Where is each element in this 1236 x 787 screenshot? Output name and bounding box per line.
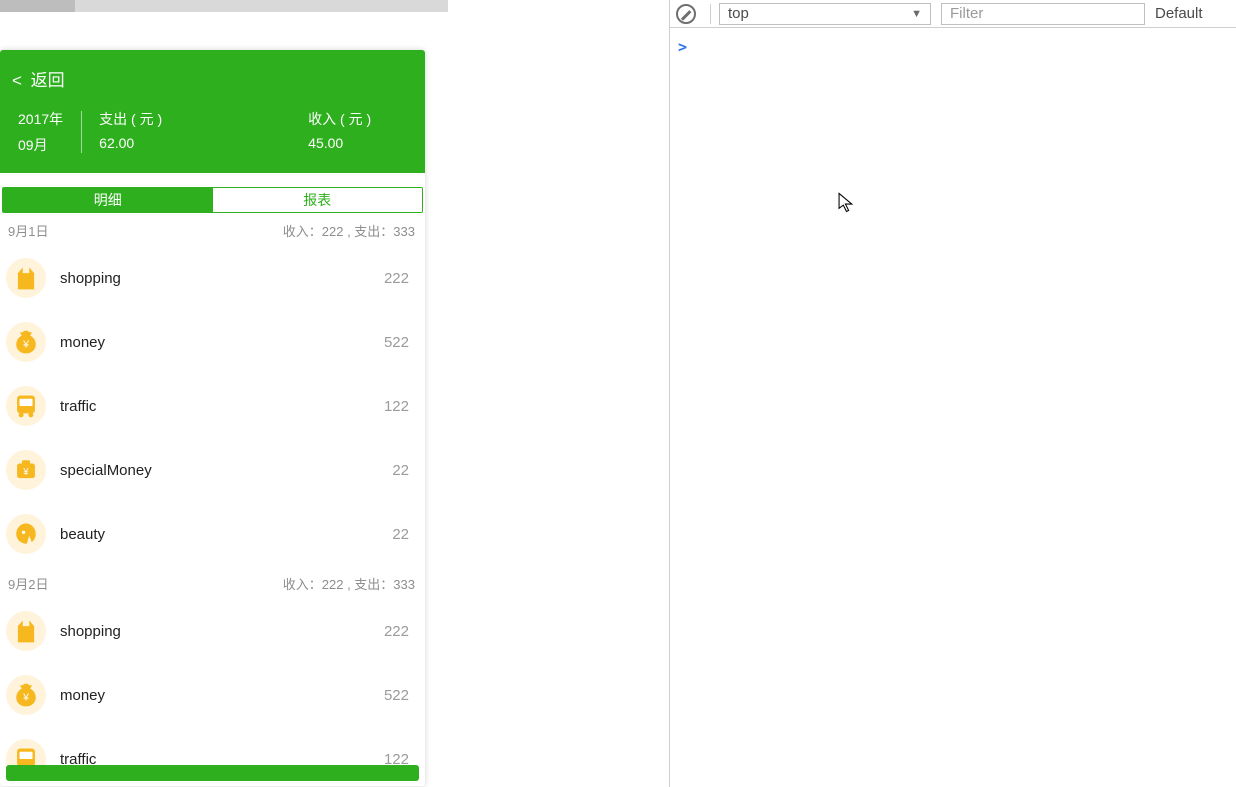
- beauty-icon: [6, 514, 46, 554]
- transaction-amount: 222: [384, 623, 413, 640]
- transaction-name: money: [60, 687, 384, 704]
- transaction-row[interactable]: traffic122: [0, 374, 425, 438]
- day-sums: 收入：222 , 支出：333: [283, 574, 415, 593]
- tab-detail[interactable]: 明细: [3, 188, 213, 212]
- transaction-name: money: [60, 334, 384, 351]
- shopping-icon: [6, 611, 46, 651]
- console-prompt-icon: >: [678, 38, 687, 56]
- transaction-name: traffic: [60, 398, 384, 415]
- chevron-left-icon: <: [12, 71, 22, 90]
- summary-income: 收入 ( 元 ) 45.00: [290, 109, 389, 155]
- transaction-row[interactable]: shopping222: [0, 246, 425, 310]
- transaction-amount: 222: [384, 270, 413, 287]
- context-value: top: [728, 5, 749, 22]
- transaction-name: shopping: [60, 623, 384, 640]
- special-icon: [6, 450, 46, 490]
- phone-frame: < 返回 2017年 09月 支出 ( 元 ) 62.00 收入 ( 元 ) 4…: [0, 50, 425, 786]
- summary-date: 2017年 09月: [0, 109, 81, 155]
- money-icon: [6, 675, 46, 715]
- chevron-down-icon: ▼: [911, 8, 922, 20]
- console-body[interactable]: >: [670, 28, 1236, 67]
- shopping-icon: [6, 258, 46, 298]
- transaction-row[interactable]: specialMoney22: [0, 438, 425, 502]
- expense-value: 62.00: [99, 135, 162, 151]
- day-sums: 收入：222 , 支出：333: [283, 221, 415, 240]
- clear-console-icon[interactable]: [676, 4, 696, 24]
- filter-placeholder: Filter: [950, 5, 983, 22]
- transaction-amount: 22: [392, 526, 413, 543]
- traffic-icon: [6, 386, 46, 426]
- log-levels-select[interactable]: Default: [1155, 5, 1203, 22]
- day-date: 9月2日: [8, 574, 48, 593]
- transaction-name: shopping: [60, 270, 384, 287]
- preview-pane: < 返回 2017年 09月 支出 ( 元 ) 62.00 收入 ( 元 ) 4…: [0, 0, 669, 787]
- transaction-amount: 522: [384, 334, 413, 351]
- transaction-row[interactable]: money522: [0, 663, 425, 727]
- transaction-row[interactable]: shopping222: [0, 599, 425, 663]
- tabs: 明细 报表: [2, 187, 423, 213]
- tab-report[interactable]: 报表: [213, 188, 423, 212]
- day-header: 9月1日 收入：222 , 支出：333: [0, 213, 425, 246]
- summary-year: 2017年: [18, 109, 63, 129]
- transaction-amount: 522: [384, 687, 413, 704]
- income-value: 45.00: [308, 135, 371, 151]
- app-header: < 返回 2017年 09月 支出 ( 元 ) 62.00 收入 ( 元 ) 4…: [0, 50, 425, 173]
- transaction-name: beauty: [60, 526, 392, 543]
- summary-month: 09月: [18, 135, 63, 155]
- income-label: 收入 ( 元 ): [308, 109, 371, 129]
- console-filter-input[interactable]: Filter: [941, 3, 1145, 25]
- expense-label: 支出 ( 元 ): [99, 109, 162, 129]
- transaction-name: specialMoney: [60, 462, 392, 479]
- devtools-panel: top ▼ Filter Default >: [669, 0, 1236, 787]
- divider: [710, 4, 711, 24]
- back-button[interactable]: < 返回: [0, 50, 425, 101]
- money-icon: [6, 322, 46, 362]
- bottom-action-bar[interactable]: [6, 765, 419, 781]
- back-label: 返回: [31, 71, 65, 90]
- day-date: 9月1日: [8, 221, 48, 240]
- devtools-toolbar: top ▼ Filter Default: [670, 0, 1236, 28]
- browser-address-bar[interactable]: [0, 0, 448, 12]
- transaction-list[interactable]: 9月1日收入：222 , 支出：333shopping222money522tr…: [0, 213, 425, 786]
- summary-expense: 支出 ( 元 ) 62.00: [81, 109, 180, 155]
- execution-context-select[interactable]: top ▼: [719, 3, 931, 25]
- day-header: 9月2日 收入：222 , 支出：333: [0, 566, 425, 599]
- transaction-row[interactable]: beauty22: [0, 502, 425, 566]
- transaction-amount: 122: [384, 398, 413, 415]
- transaction-amount: 22: [392, 462, 413, 479]
- transaction-row[interactable]: money522: [0, 310, 425, 374]
